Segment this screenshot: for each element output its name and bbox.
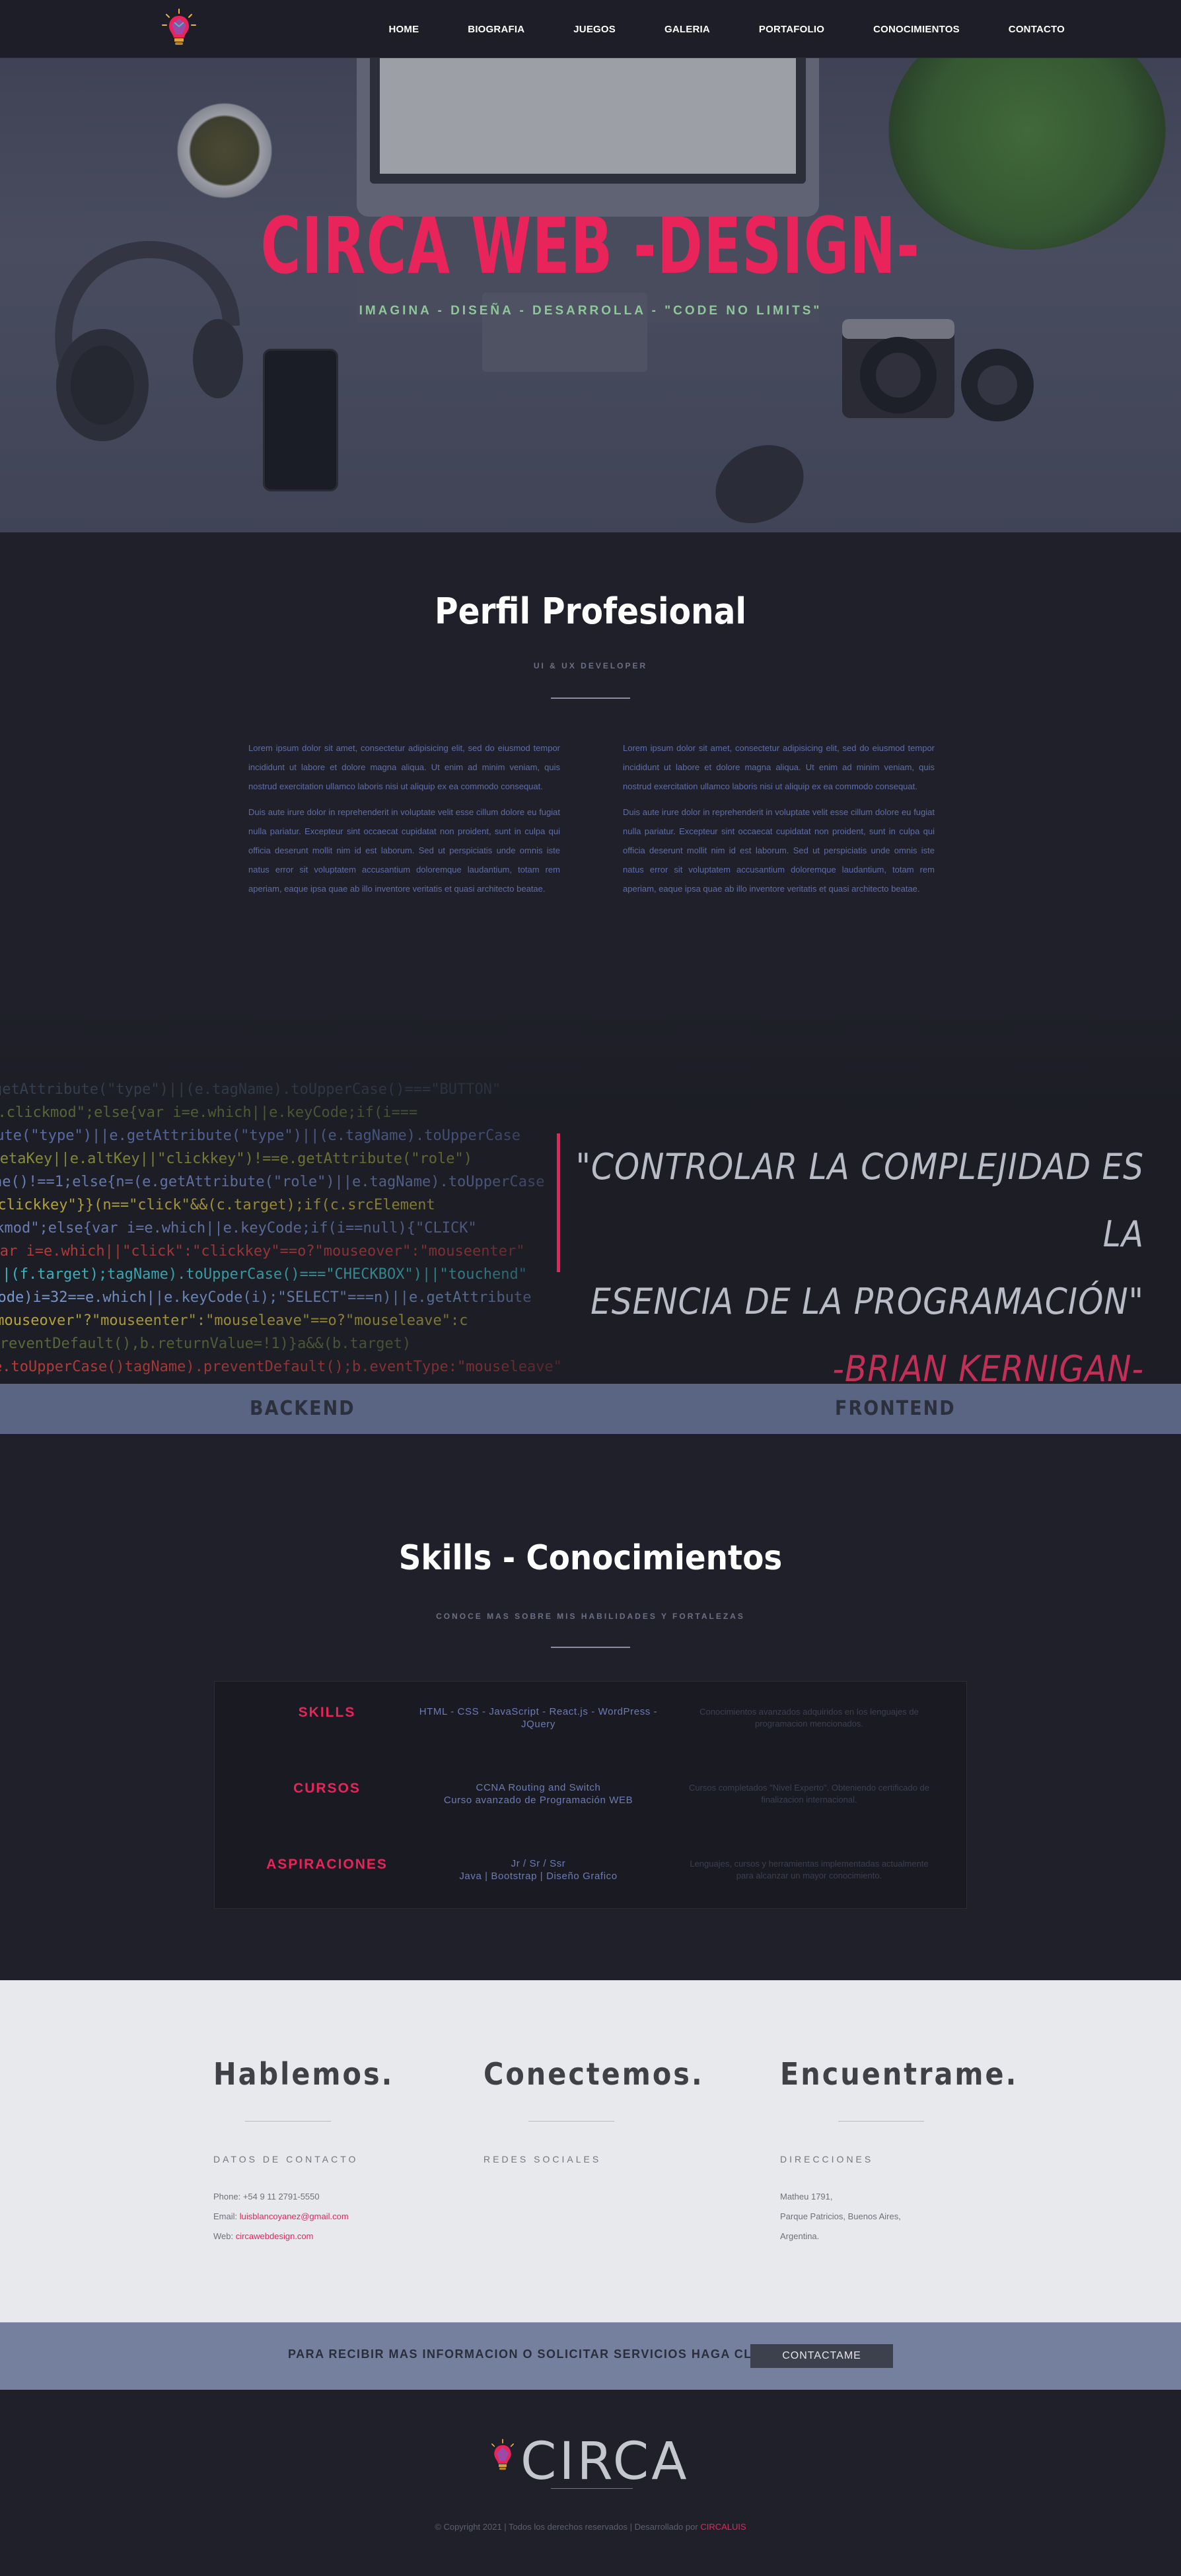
hero-subtitle: IMAGINA - DISEÑA - DESARROLLA - "CODE NO… xyxy=(359,304,822,318)
skills-row-description-line: Lenguajes, cursos y herramientas impleme… xyxy=(690,1859,929,1869)
perfil-divider xyxy=(551,698,630,699)
nav-link-portafolio[interactable]: PORTAFOLIO xyxy=(759,24,824,35)
perfil-paragraph: Lorem ipsum dolor sit amet, consectetur … xyxy=(248,743,560,791)
lightbulb-icon[interactable] xyxy=(157,7,201,50)
phone-value[interactable]: +54 9 11 2791-5550 xyxy=(243,2192,320,2201)
contact-divider xyxy=(528,2121,614,2122)
skills-row-description-line: finalizacion internacional. xyxy=(761,1795,857,1805)
backend-frontend-bar: BACKEND FRONTEND xyxy=(0,1384,1181,1434)
skills-row-description: Cursos completados "Nivel Experto". Obte… xyxy=(677,1782,941,1806)
skills-row-items-line: Curso avanzado de Programación WEB xyxy=(443,1795,633,1806)
footer-divider xyxy=(551,2488,633,2489)
skills-row-items: HTML - CSS - JavaScript - React.js - Wor… xyxy=(406,1705,670,1731)
quote-accent-bar xyxy=(557,1133,560,1272)
contact-details: Phone: +54 9 11 2791-5550 Email: luisbla… xyxy=(213,2187,349,2246)
skills-row-items-line: Jr / Sr / Ssr xyxy=(511,1858,566,1869)
skills-row-label: ASPIRACIONES xyxy=(266,1857,388,1872)
skills-table: SKILLS HTML - CSS - JavaScript - React.j… xyxy=(214,1681,967,1909)
skills-row-description: Lenguajes, cursos y herramientas impleme… xyxy=(677,1858,941,1882)
email-label: Email: xyxy=(213,2211,240,2221)
hero-title: CIRCA WEB -DESIGN- xyxy=(260,200,921,291)
perfil-paragraph: Lorem ipsum dolor sit amet, consectetur … xyxy=(623,743,935,791)
contact-subtitle: REDES SOCIALES xyxy=(483,2154,602,2165)
skills-row-description-line: Conocimientos avanzados adquiridos en lo… xyxy=(699,1707,919,1717)
skills-row-items-line: HTML - CSS - JavaScript - React.js - Wor… xyxy=(419,1706,658,1717)
web-label: Web: xyxy=(213,2231,236,2241)
address-line: Argentina. xyxy=(780,2231,820,2241)
contact-web: Web: circawebdesign.com xyxy=(213,2227,349,2246)
contact-email: Email: luisblancoyanez@gmail.com xyxy=(213,2207,349,2227)
skills-subtitle: CONOCE MAS SOBRE MIS HABILIDADES Y FORTA… xyxy=(436,1612,745,1621)
top-navbar: HOME BIOGRAFIA JUEGOS GALERIA PORTAFOLIO… xyxy=(0,0,1181,58)
cta-bar: PARA RECIBIR MAS INFORMACION O SOLICITAR… xyxy=(0,2322,1181,2390)
email-link[interactable]: luisblancoyanez@gmail.com xyxy=(240,2211,349,2221)
quote-line: "CONTROLAR LA COMPLEJIDAD ES LA xyxy=(575,1146,1144,1255)
backend-label[interactable]: BACKEND xyxy=(250,1397,355,1420)
skills-row-description-line: programacion mencionados. xyxy=(754,1719,864,1729)
contactame-button[interactable]: CONTACTAME xyxy=(750,2344,893,2368)
lightbulb-icon xyxy=(491,2439,514,2470)
contact-divider xyxy=(838,2121,924,2122)
footer: CIRCA © Copyright 2021 | Todos los derec… xyxy=(0,2390,1181,2576)
footer-logo[interactable]: CIRCA xyxy=(520,2432,690,2491)
quote-fade-top xyxy=(0,1008,1181,1114)
skills-row: ASPIRACIONES Jr / Sr / Ssr Java | Bootst… xyxy=(215,1834,966,1910)
perfil-title: Perfil Profesional xyxy=(434,590,747,632)
address-line: Parque Patricios, Buenos Aires, xyxy=(780,2211,901,2221)
nav-menu: HOME BIOGRAFIA JUEGOS GALERIA PORTAFOLIO… xyxy=(340,0,1065,58)
hero-banner: CIRCA WEB -DESIGN- IMAGINA - DISEÑA - DE… xyxy=(0,58,1181,532)
skills-row-items-line: Java | Bootstrap | Diseño Grafico xyxy=(459,1871,618,1882)
quote-author: -BRIAN KERNIGAN- xyxy=(832,1348,1144,1384)
skills-row-description: Conocimientos avanzados adquiridos en lo… xyxy=(677,1706,941,1730)
contact-phone: Phone: +54 9 11 2791-5550 xyxy=(213,2187,349,2207)
footer-copyright: © Copyright 2021 | Todos los derechos re… xyxy=(0,2522,1181,2532)
perfil-paragraph: Duis aute irure dolor in reprehenderit i… xyxy=(248,807,560,894)
contact-section: Hablemos. DATOS DE CONTACTO Phone: +54 9… xyxy=(0,1980,1181,2322)
perfil-column-right: Lorem ipsum dolor sit amet, consectetur … xyxy=(623,738,935,905)
hero-overlay xyxy=(0,58,1181,532)
address-line: Matheu 1791, xyxy=(780,2192,833,2201)
author-link[interactable]: CIRCALUIS xyxy=(700,2522,746,2532)
contact-subtitle: DATOS DE CONTACTO xyxy=(213,2154,359,2165)
quote-line: ESENCIA DE LA PROGRAMACIÓN" xyxy=(590,1281,1144,1322)
nav-link-conocimientos[interactable]: CONOCIMIENTOS xyxy=(873,24,960,35)
contact-title: Hablemos. xyxy=(213,2056,394,2092)
skills-title: Skills - Conocimientos xyxy=(398,1538,783,1578)
nav-link-contacto[interactable]: CONTACTO xyxy=(1009,24,1065,35)
web-link[interactable]: circawebdesign.com xyxy=(236,2231,314,2241)
phone-label: Phone: xyxy=(213,2192,243,2201)
skills-row-items-line: CCNA Routing and Switch xyxy=(476,1782,601,1793)
skills-section: Skills - Conocimientos CONOCE MAS SOBRE … xyxy=(0,1434,1181,1980)
nav-link-home[interactable]: HOME xyxy=(388,24,419,35)
skills-row: CURSOS CCNA Routing and Switch Curso ava… xyxy=(215,1758,966,1834)
quote-text: "CONTROLAR LA COMPLEJIDAD ES LA ESENCIA … xyxy=(563,1133,1144,1384)
contact-divider xyxy=(245,2121,331,2122)
skills-row-label: SKILLS xyxy=(298,1705,356,1720)
copyright-text: © Copyright 2021 | Todos los derechos re… xyxy=(435,2522,701,2532)
cta-text: PARA RECIBIR MAS INFORMACION O SOLICITAR… xyxy=(288,2347,814,2361)
skills-row: SKILLS HTML - CSS - JavaScript - React.j… xyxy=(215,1682,966,1758)
frontend-label[interactable]: FRONTEND xyxy=(835,1397,956,1420)
nav-link-juegos[interactable]: JUEGOS xyxy=(573,24,616,35)
perfil-subtitle: UI & UX DEVELOPER xyxy=(533,661,648,670)
contact-address: Matheu 1791, Parque Patricios, Buenos Ai… xyxy=(780,2187,901,2246)
perfil-section: Perfil Profesional UI & UX DEVELOPER Lor… xyxy=(0,532,1181,1008)
perfil-paragraph: Duis aute irure dolor in reprehenderit i… xyxy=(623,807,935,894)
contact-title: Encuentrame. xyxy=(780,2056,1019,2092)
skills-row-items: CCNA Routing and Switch Curso avanzado d… xyxy=(406,1781,670,1807)
skills-row-description-line: para alcanzar un mayor conocimiento. xyxy=(736,1871,882,1880)
skills-row-description-line: Cursos completados "Nivel Experto". Obte… xyxy=(688,1783,930,1793)
nav-link-biografia[interactable]: BIOGRAFIA xyxy=(468,24,524,35)
contact-title: Conectemos. xyxy=(483,2056,704,2092)
perfil-column-left: Lorem ipsum dolor sit amet, consectetur … xyxy=(248,738,560,905)
skills-row-items: Jr / Sr / Ssr Java | Bootstrap | Diseño … xyxy=(406,1857,670,1882)
skills-row-items-line: JQuery xyxy=(521,1719,555,1730)
contact-subtitle: DIRECCIONES xyxy=(780,2154,874,2165)
skills-divider xyxy=(551,1647,630,1648)
quote-section: getAttribute("type")||(e.tagName).toUppe… xyxy=(0,1008,1181,1384)
nav-link-galeria[interactable]: GALERIA xyxy=(664,24,710,35)
skills-row-label: CURSOS xyxy=(293,1781,361,1796)
